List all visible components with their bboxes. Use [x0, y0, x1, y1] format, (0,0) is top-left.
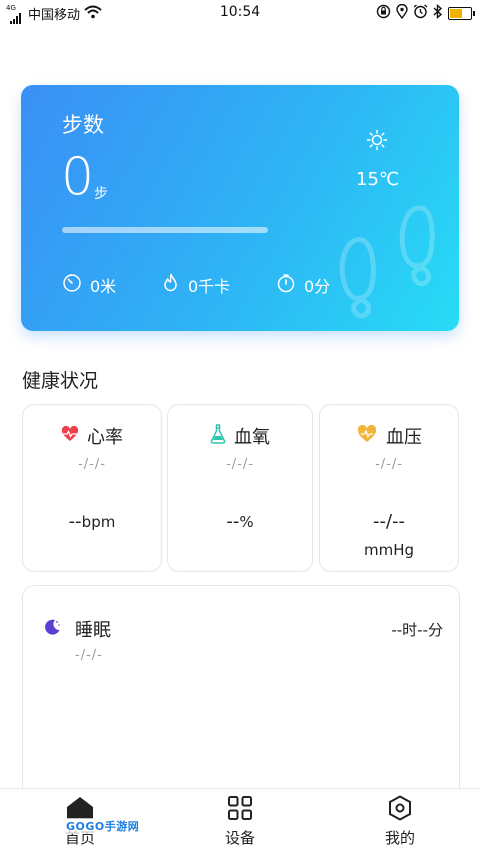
heart-rate-reading: --bpm — [23, 511, 161, 532]
heart-rate-value: -- — [68, 511, 82, 532]
health-section-title: 健康状况 — [22, 370, 99, 392]
steps-unit: 步 — [94, 186, 108, 202]
footprints-icon — [339, 205, 435, 319]
blood-oxygen-header: 血氧 — [168, 423, 312, 449]
alarm-icon — [413, 4, 428, 23]
steps-card[interactable]: 步数 0 步 15℃ 0米 0千卡 0分 — [21, 85, 459, 331]
sun-icon — [366, 129, 388, 155]
sleep-label: 睡眠 — [75, 620, 111, 641]
flask-icon — [210, 423, 226, 449]
heart-rate-header: 心率 — [23, 423, 161, 449]
blood-pressure-icon — [356, 424, 378, 448]
sleep-header: 睡眠 — [43, 616, 111, 642]
blood-pressure-header: 血压 — [320, 423, 458, 449]
calories-stat: 0千卡 — [162, 273, 276, 297]
moon-icon — [43, 618, 61, 641]
duration-value: 0分 — [304, 277, 331, 296]
blood-oxygen-date: -/-/- — [226, 457, 254, 472]
steps-title: 步数 — [62, 113, 104, 137]
distance-stat: 0米 — [62, 273, 162, 297]
heart-rate-date: -/-/- — [78, 457, 106, 472]
temperature-value: 15℃ — [356, 169, 400, 190]
blood-oxygen-reading: --% — [168, 511, 312, 532]
blood-pressure-label: 血压 — [386, 427, 422, 448]
distance-value: 0米 — [90, 277, 117, 296]
watermark-logo: GOGO手游网 — [64, 818, 142, 834]
flame-icon — [162, 273, 180, 297]
activity-stats: 0米 0千卡 0分 — [62, 273, 330, 297]
lock-rotation-icon — [376, 4, 391, 23]
blood-pressure-reading: --/-- — [372, 511, 406, 532]
blood-oxygen-unit: % — [239, 513, 254, 531]
blood-pressure-date: -/-/- — [375, 457, 403, 472]
battery-level — [450, 9, 463, 18]
grid-icon — [190, 795, 290, 825]
steps-value: 0 — [61, 147, 95, 207]
stopwatch-icon — [276, 273, 296, 297]
hexagon-icon — [350, 795, 450, 825]
duration-stat: 0分 — [276, 273, 330, 297]
heart-rate-card[interactable]: 心率 -/-/- --bpm — [22, 404, 162, 572]
blood-oxygen-label: 血氧 — [234, 427, 270, 448]
battery-icon — [448, 7, 475, 20]
distance-icon — [62, 273, 82, 297]
heart-rate-icon — [61, 425, 79, 447]
blood-oxygen-card[interactable]: 血氧 -/-/- --% — [167, 404, 313, 572]
location-icon — [396, 3, 408, 23]
sleep-card[interactable]: 睡眠 -/-/- --时--分 — [22, 585, 460, 817]
sleep-date: -/-/- — [75, 648, 103, 663]
nav-mine-label: 我的 — [384, 829, 415, 847]
blood-oxygen-value: -- — [226, 511, 240, 532]
status-right — [376, 3, 475, 23]
steps-progress-bar — [62, 227, 268, 233]
blood-pressure-card[interactable]: 血压 -/-/- --/-- mmHg — [319, 404, 459, 572]
heart-rate-unit: bpm — [81, 513, 116, 531]
status-bar: 4G 中国移动 10:54 — [0, 0, 480, 26]
sleep-duration: --时--分 — [391, 621, 443, 639]
nav-devices[interactable]: 设备 — [190, 795, 290, 848]
bluetooth-icon — [433, 3, 443, 23]
blood-pressure-unit: mmHg — [363, 541, 415, 559]
nav-mine[interactable]: 我的 — [350, 795, 450, 848]
nav-devices-label: 设备 — [224, 829, 255, 847]
blood-pressure-value: --/-- — [320, 511, 458, 532]
heart-rate-label: 心率 — [87, 427, 123, 448]
calories-value: 0千卡 — [188, 277, 231, 296]
